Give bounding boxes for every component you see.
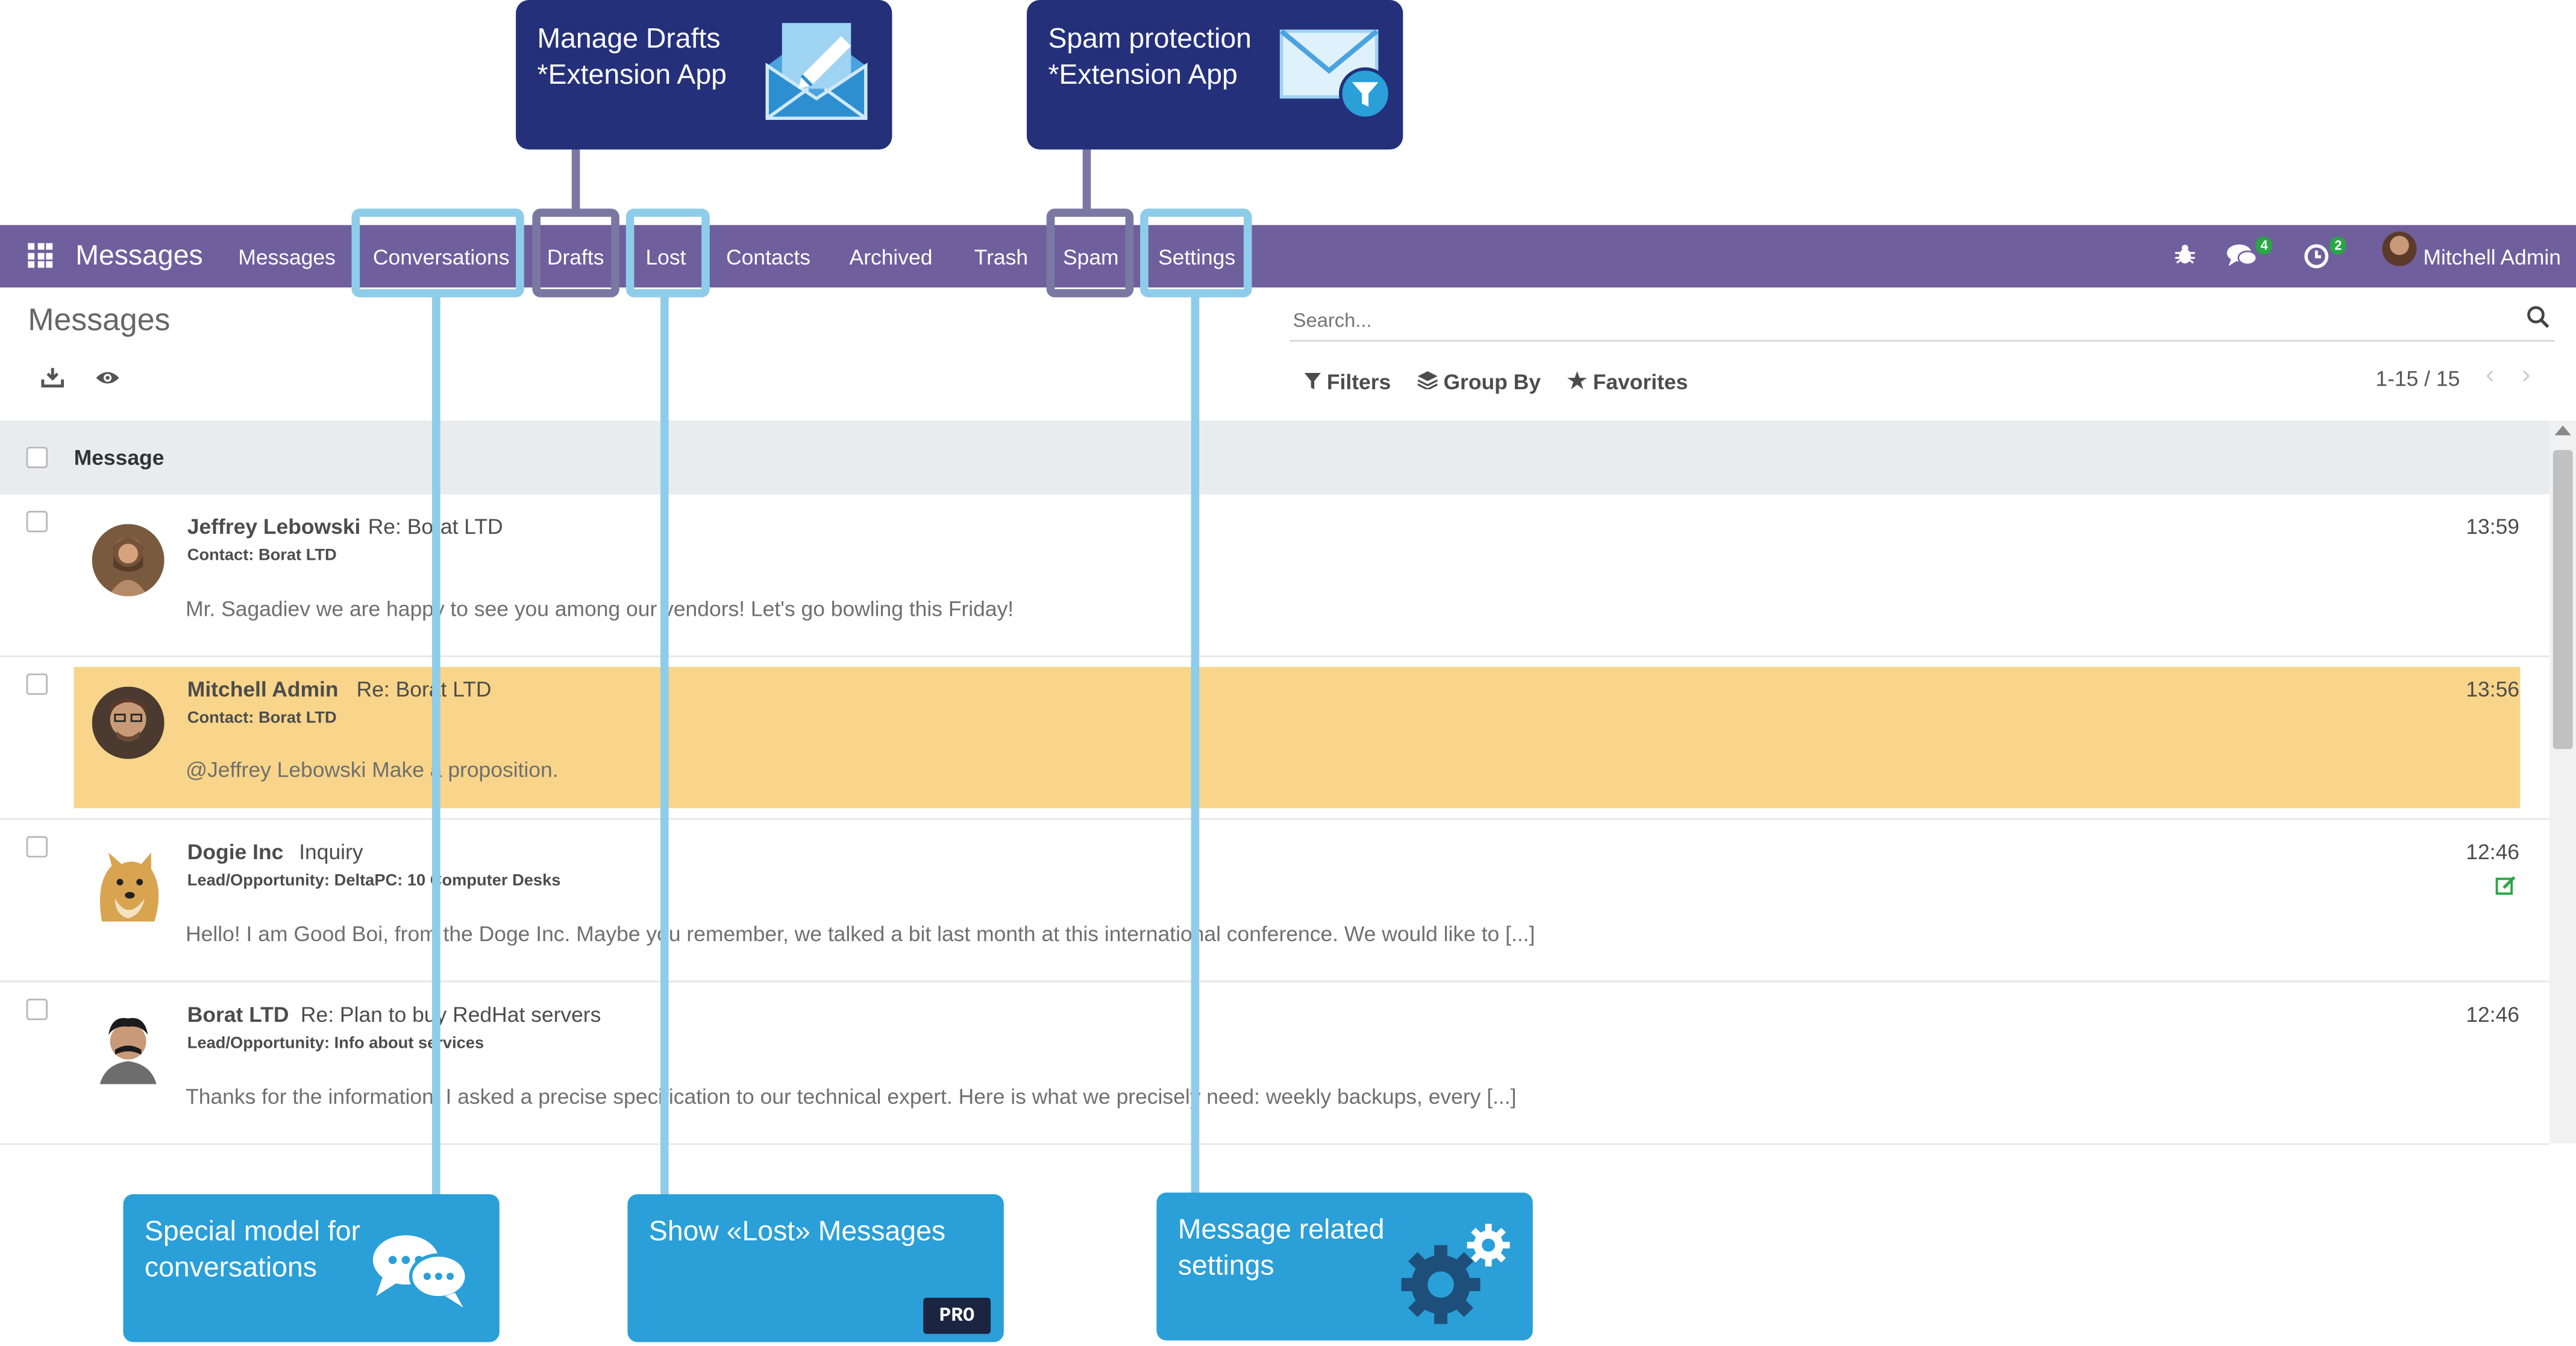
callout-lost-text: Show «Lost» Messages [648,1215,946,1247]
message-subject: Re: Plan to buy RedHat servers [300,1002,601,1027]
pager-next-icon[interactable]: › [2522,362,2531,391]
callout-settings: Message related settings [1156,1192,1533,1341]
message-time: 12:46 [2466,839,2520,865]
filters-label: Filters [1326,369,1391,395]
highlight-conversations [351,208,524,298]
message-body: Hello! I am Good Boi, from the Doge Inc.… [186,921,1535,947]
select-all-checkbox[interactable] [26,446,48,469]
avatar [92,1012,165,1085]
table-row[interactable]: Jeffrey Lebowski Re: Borat LTD Contact: … [0,495,2550,657]
scrollbar-thumb[interactable] [2552,450,2573,750]
callout-drafts: Manage Drafts *Extension App [516,0,892,150]
callout-spam-text: Spam protection *Extension App [1048,23,1252,90]
screenshot-stage: Messages Messages Conversations Drafts L… [0,0,2576,1346]
list-header [0,420,2550,495]
eye-icon[interactable] [95,369,120,386]
table-row[interactable]: Borat LTD Re: Plan to buy RedHat servers… [0,982,2550,1145]
callout-conversations: Special model for conversations [123,1194,500,1342]
apps-menu-icon[interactable] [28,243,53,268]
search-underline [1290,340,2555,342]
star-icon [1567,371,1587,390]
message-time: 13:59 [2466,514,2520,539]
avatar [92,850,165,922]
message-body: @Jeffrey Lebowski Make a proposition. [186,757,559,782]
message-reference[interactable]: Contact: Borat LTD [187,547,337,565]
download-icon[interactable] [41,366,64,388]
menu-trash[interactable]: Trash [974,245,1028,269]
callout-settings-text: Message related settings [1177,1213,1385,1282]
gears-icon [1401,1224,1510,1324]
activity-count-badge: 2 [2330,236,2347,255]
group-by-button[interactable]: Group By [1417,369,1541,395]
callout-spam: Spam protection *Extension App [1026,0,1403,150]
list-scrollbar[interactable] [2549,420,2576,1144]
app-title[interactable]: Messages [75,240,202,273]
message-author: Dogie Inc [187,839,284,865]
column-header-message[interactable]: Message [74,445,165,470]
favorites-label: Favorites [1593,369,1688,395]
connector-line [1191,297,1200,1196]
message-subject: Inquiry [299,839,363,865]
message-body: Mr. Sagadiev we are happy to see you amo… [186,596,1014,621]
highlight-lost [625,208,710,298]
search-icon[interactable] [2527,305,2549,328]
message-time: 12:46 [2466,1002,2520,1027]
envelope-edit-icon [765,23,868,121]
pager-value[interactable]: 1-15 / 15 [2375,366,2460,391]
connector-line [1082,148,1091,210]
edit-note-icon[interactable] [2495,875,2516,895]
row-checkbox[interactable] [26,998,48,1021]
highlight-spam [1046,208,1134,298]
row-checkbox[interactable] [26,510,48,533]
message-reference[interactable]: Lead/Opportunity: DeltaPC: 10 Computer D… [187,872,561,891]
message-author: Mitchell Admin [187,677,339,702]
callout-lost: Show «Lost» Messages PRO [627,1194,1004,1342]
callout-drafts-text: Manage Drafts *Extension App [537,23,727,90]
message-author: Borat LTD [187,1002,289,1027]
table-row[interactable]: Mitchell Admin Re: Borat LTD Contact: Bo… [0,657,2550,820]
search-input[interactable] [1290,304,2512,337]
message-time: 13:56 [2466,677,2520,702]
table-row[interactable]: Dogie Inc Inquiry Lead/Opportunity: Delt… [0,819,2550,983]
chat-count-badge: 4 [2255,236,2273,255]
row-checkbox[interactable] [26,673,48,695]
message-body: Thanks for the information! I asked a pr… [186,1084,1517,1109]
pager-prev-icon[interactable]: ‹ [2486,362,2495,391]
filter-icon [1304,372,1321,390]
activity-clock-icon[interactable] [2303,243,2330,270]
page-title: Messages [28,304,171,339]
user-menu-name[interactable]: Mitchell Admin [2423,245,2561,269]
connector-line [660,297,669,1196]
group-by-label: Group By [1443,369,1541,395]
menu-archived[interactable]: Archived [850,245,933,269]
menu-messages[interactable]: Messages [238,245,336,269]
chat-bubbles-icon [372,1235,469,1308]
avatar [92,524,165,596]
chat-icon[interactable] [2226,243,2259,270]
menu-contacts[interactable]: Contacts [726,245,810,269]
filters-button[interactable]: Filters [1304,369,1391,395]
connector-line [432,297,440,1196]
favorites-button[interactable]: Favorites [1567,369,1688,394]
avatar [92,686,165,759]
highlight-settings [1140,208,1252,298]
connector-line [571,148,580,210]
message-subject: Re: Borat LTD [356,677,492,702]
row-checkbox[interactable] [26,836,48,858]
message-reference[interactable]: Contact: Borat LTD [187,710,337,728]
envelope-filter-icon [1279,29,1392,121]
scroll-up-icon[interactable] [2554,425,2571,436]
layers-icon [1417,371,1438,390]
user-avatar[interactable] [2382,231,2417,266]
callout-conversations-text: Special model for conversations [144,1215,361,1283]
debug-bug-icon[interactable] [2173,243,2196,266]
message-author: Jeffrey Lebowski [187,514,361,539]
highlight-drafts [532,208,619,298]
pro-badge: PRO [923,1297,991,1334]
